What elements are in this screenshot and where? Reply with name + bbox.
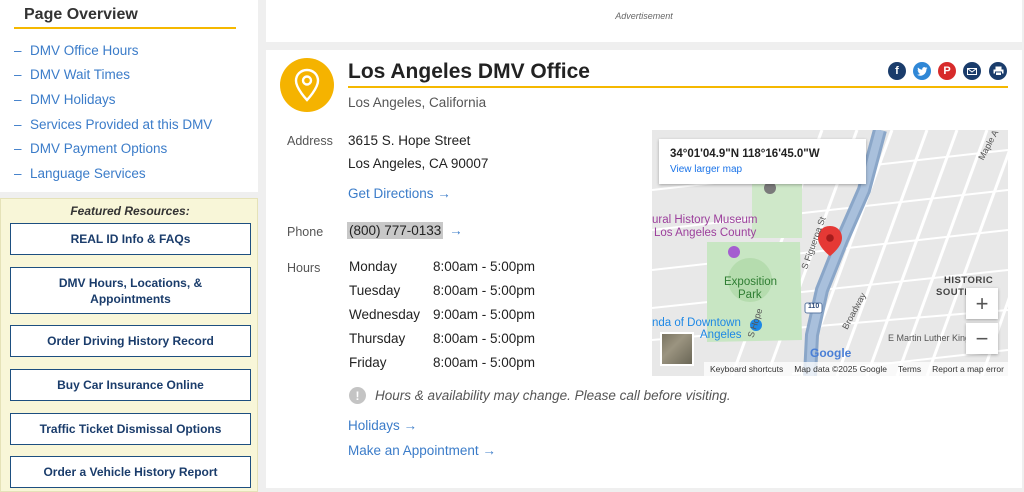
vehicle-history-button[interactable]: Order a Vehicle History Report xyxy=(10,456,251,488)
hours-time: 8:00am - 5:00pm xyxy=(433,259,536,274)
notice-text: Hours & availability may change. Please … xyxy=(375,388,731,403)
phone-label: Phone xyxy=(287,225,324,239)
map-label-historic: HISTORIC xyxy=(944,275,994,286)
featured-resources-panel: Featured Resources: REAL ID Info & FAQs … xyxy=(0,198,258,492)
satellite-toggle-thumbnail[interactable] xyxy=(660,332,694,366)
hours-time: 8:00am - 5:00pm xyxy=(433,283,536,298)
coordinate-box: 34°01'04.9"N 118°16'45.0"W View larger m… xyxy=(659,139,866,184)
location-pin-icon xyxy=(280,58,334,112)
twitter-icon[interactable] xyxy=(913,62,931,80)
hours-day: Monday xyxy=(349,259,398,274)
holidays-link[interactable]: Holidays → xyxy=(348,418,417,433)
pinterest-icon[interactable]: P xyxy=(938,62,956,80)
phone-number[interactable]: (800) 777-0133 xyxy=(347,222,444,239)
car-insurance-button[interactable]: Buy Car Insurance Online xyxy=(10,369,251,401)
address-line2: Los Angeles, CA 90007 xyxy=(348,156,489,171)
hours-day: Friday xyxy=(349,355,387,370)
map-coordinates: 34°01'04.9"N 118°16'45.0"W xyxy=(670,148,820,160)
report-map-error-link[interactable]: Report a map error xyxy=(932,364,1004,374)
make-appointment-link[interactable]: Make an Appointment → xyxy=(348,443,496,458)
map-label-exposition: Exposition xyxy=(724,276,778,288)
zoom-out-button[interactable]: − xyxy=(966,323,998,354)
map-label-park: Park xyxy=(738,289,762,301)
advertisement-box: Advertisement xyxy=(266,0,1022,42)
exclamation-icon: ! xyxy=(349,387,366,404)
map-label-mlk: E Martin Luther King xyxy=(888,333,971,343)
map-label-rose-garden: nda of Downtown xyxy=(652,317,741,329)
office-title: Los Angeles DMV Office xyxy=(348,60,590,83)
overview-link-office-hours[interactable]: – DMV Office Hours xyxy=(14,38,212,63)
overview-link-services[interactable]: – Services Provided at this DMV xyxy=(14,112,212,137)
map-label-museum: ural History Museum xyxy=(652,214,758,226)
phone-row: (800) 777-0133 → xyxy=(347,222,463,239)
terms-link[interactable]: Terms xyxy=(898,364,921,374)
get-directions-link[interactable]: Get Directions → xyxy=(348,186,451,201)
overview-link-language[interactable]: – Language Services xyxy=(14,161,212,186)
title-underline xyxy=(348,86,1008,88)
hours-time: 8:00am - 5:00pm xyxy=(433,331,536,346)
hours-day: Tuesday xyxy=(349,283,401,298)
hours-notice: ! Hours & availability may change. Pleas… xyxy=(349,387,731,404)
real-id-button[interactable]: REAL ID Info & FAQs xyxy=(10,223,251,255)
google-logo: Google xyxy=(810,346,851,360)
zoom-in-button[interactable]: + xyxy=(966,288,998,319)
keyboard-shortcuts-link[interactable]: Keyboard shortcuts xyxy=(710,364,783,374)
overview-list: – DMV Office Hours – DMV Wait Times – DMV H… xyxy=(14,38,212,186)
hours-time: 8:00am - 5:00pm xyxy=(433,355,536,370)
hours-time: 9:00am - 5:00pm xyxy=(433,307,536,322)
overview-link-holidays[interactable]: – DMV Holidays xyxy=(14,87,212,112)
overview-link-wait-times[interactable]: – DMV Wait Times xyxy=(14,63,212,88)
advertisement-label: Advertisement xyxy=(615,11,673,21)
page-overview-title: Page Overview xyxy=(24,6,138,23)
phone-arrow-icon[interactable]: → xyxy=(449,223,463,238)
map-footer: Keyboard shortcuts Map data ©2025 Google… xyxy=(704,362,1008,376)
print-icon[interactable] xyxy=(989,62,1007,80)
title-underline xyxy=(14,27,236,29)
overview-link-payment[interactable]: – DMV Payment Options xyxy=(14,136,212,161)
driving-history-button[interactable]: Order Driving History Record xyxy=(10,325,251,357)
office-map[interactable]: 34°01'04.9"N 118°16'45.0"W View larger m… xyxy=(652,130,1008,376)
hours-day: Wednesday xyxy=(349,307,421,322)
address-label: Address xyxy=(287,134,333,148)
address-line1: 3615 S. Hope Street xyxy=(348,133,471,148)
email-icon[interactable] xyxy=(963,62,981,80)
map-label-angeles: Angeles xyxy=(700,329,742,341)
map-data-text: Map data ©2025 Google xyxy=(794,364,887,374)
facebook-icon[interactable]: f xyxy=(888,62,906,80)
google-logo-text: Google xyxy=(810,346,852,360)
page-overview-panel: Page Overview – DMV Office Hours – DMV Wai… xyxy=(0,0,258,192)
view-larger-map-link[interactable]: View larger map xyxy=(670,164,742,175)
traffic-ticket-button[interactable]: Traffic Ticket Dismissal Options xyxy=(10,413,251,445)
featured-resources-title: Featured Resources: xyxy=(70,204,190,218)
dmv-hours-locations-button[interactable]: DMV Hours, Locations, & Appointments xyxy=(10,267,251,314)
highway-110-shield: 110 xyxy=(808,303,820,310)
hours-day: Thursday xyxy=(349,331,406,346)
map-label-museum-county: Los Angeles County xyxy=(654,227,757,239)
office-subtitle: Los Angeles, California xyxy=(348,95,487,110)
hours-label: Hours xyxy=(287,261,321,275)
